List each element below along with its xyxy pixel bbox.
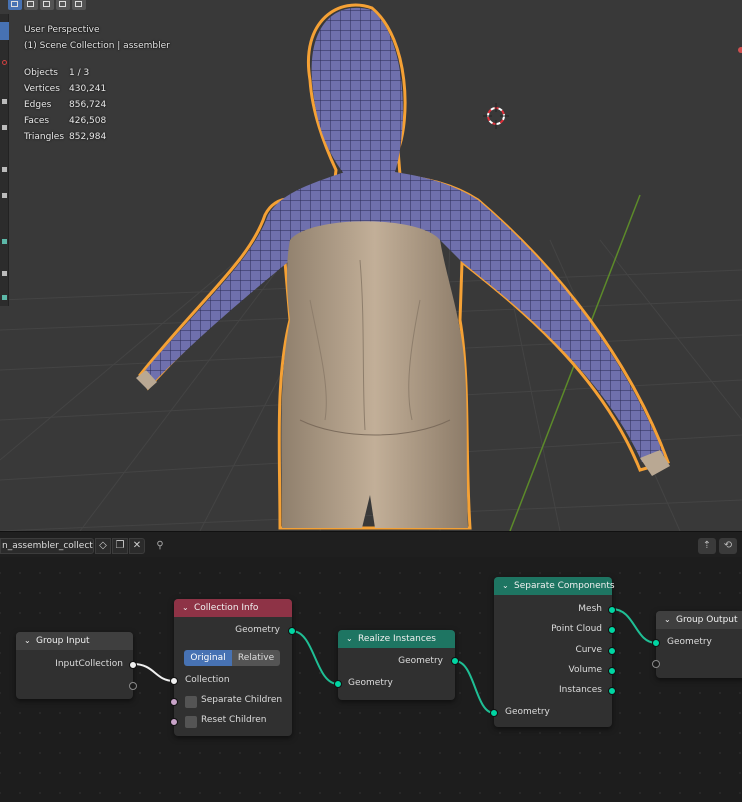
socket-label-instances: Instances <box>559 685 602 695</box>
tool-scale[interactable] <box>0 160 9 178</box>
separate-children-checkbox[interactable] <box>185 696 197 708</box>
select-extend-button[interactable] <box>24 0 38 10</box>
select-new-button[interactable] <box>8 0 22 10</box>
socket-label-geometry-in: Geometry <box>348 678 393 688</box>
link-collection <box>132 663 175 682</box>
link-geo-2 <box>454 660 495 714</box>
socket-label-point-cloud: Point Cloud <box>551 624 602 634</box>
node-group-output[interactable]: ⌄ Group Output Geometry <box>652 611 742 678</box>
socket-label-geometry-out: Geometry <box>235 625 280 635</box>
socket-label-separate-children: Separate Children <box>201 695 283 705</box>
socket-empty-out[interactable] <box>129 682 137 690</box>
socket-label-geometry-in: Geometry <box>505 707 550 717</box>
node-title: Collection Info <box>194 603 259 613</box>
socket-point-cloud-out[interactable] <box>608 626 616 634</box>
pin-icon[interactable]: ⚲ <box>152 538 168 554</box>
unlink-close-icon[interactable]: ✕ <box>129 538 145 554</box>
tool-cursor[interactable] <box>0 54 9 72</box>
viewport-perspective-label: User Perspective <box>24 25 100 35</box>
socket-geometry-in[interactable] <box>334 680 342 688</box>
node-collection-info-header[interactable]: ⌄ Collection Info <box>174 599 292 617</box>
node-separate-components-header[interactable]: ⌄ Separate Components <box>494 577 615 595</box>
tool-measure[interactable] <box>0 264 9 282</box>
collapse-chevron-icon[interactable]: ⌄ <box>502 577 514 595</box>
socket-label-inputcollection: InputCollection <box>55 659 123 669</box>
select-invert-button[interactable] <box>56 0 70 10</box>
node-title: Group Output <box>676 615 738 625</box>
socket-label-curve: Curve <box>575 645 602 655</box>
socket-geometry-out[interactable] <box>288 627 296 635</box>
socket-empty-in[interactable] <box>652 660 660 668</box>
socket-geometry-in[interactable] <box>652 639 660 647</box>
socket-mesh-out[interactable] <box>608 606 616 614</box>
mode-relative-button[interactable]: Relative <box>232 650 280 666</box>
node-tree-name-field[interactable]: n_assembler_collection <box>0 538 94 554</box>
socket-label-geometry-in: Geometry <box>667 637 712 647</box>
node-group-input[interactable]: ⌄ Group Input InputCollection <box>16 632 137 699</box>
link-geo-1 <box>291 630 339 685</box>
duplicate-icon[interactable]: ❐ <box>112 538 128 554</box>
gizmo-edge-marker <box>738 47 742 53</box>
socket-geometry-in[interactable] <box>490 709 498 717</box>
socket-geometry-out[interactable] <box>451 657 459 665</box>
socket-label-volume: Volume <box>568 665 602 675</box>
viewport-scene[interactable] <box>0 0 742 531</box>
socket-label-geometry-out: Geometry <box>398 656 443 666</box>
select-intersect-button[interactable] <box>72 0 86 10</box>
socket-collection-in[interactable] <box>170 677 178 685</box>
viewport-collection-label: (1) Scene Collection | assembler <box>24 41 170 51</box>
geometry-node-editor[interactable]: n_assembler_collection ◇ ❐ ✕ ⚲ ⇡ ⟲ ⌄Grou… <box>0 531 742 802</box>
tool-select-box[interactable] <box>0 22 9 40</box>
tool-rotate[interactable] <box>0 118 9 136</box>
node-group-output-header[interactable]: ⌄ Group Output <box>656 611 742 629</box>
collapse-chevron-icon[interactable]: ⌄ <box>24 632 36 650</box>
tool-move[interactable] <box>0 92 9 110</box>
socket-label-mesh: Mesh <box>578 604 602 614</box>
tool-annotate[interactable] <box>0 232 9 250</box>
3d-viewport[interactable]: User Perspective (1) Scene Collection | … <box>0 0 742 531</box>
link-geo-3 <box>611 608 657 644</box>
socket-label-reset-children: Reset Children <box>201 715 267 725</box>
stat-vertices: Vertices 430,241 <box>24 84 107 94</box>
tool-add-cube[interactable] <box>0 288 9 306</box>
node-title: Separate Components <box>514 581 615 591</box>
stat-objects: Objects 1 / 3 <box>24 68 90 78</box>
tool-shelf <box>0 14 9 306</box>
tool-transform[interactable] <box>0 186 9 204</box>
character-mesh[interactable] <box>136 3 670 530</box>
mode-original-button[interactable]: Original <box>184 650 232 666</box>
collapse-chevron-icon[interactable]: ⌄ <box>664 611 676 629</box>
stat-faces: Faces 426,508 <box>24 116 107 126</box>
transform-space-toggle: Original Relative <box>184 650 280 666</box>
select-subtract-button[interactable] <box>40 0 54 10</box>
stat-edges: Edges 856,724 <box>24 100 107 110</box>
snap-icon[interactable]: ⟲ <box>719 538 737 554</box>
collapse-chevron-icon[interactable]: ⌄ <box>346 630 358 648</box>
node-separate-components[interactable]: ⌄ Separate Components Mesh Point Cloud Cu… <box>490 577 616 727</box>
node-realize-instances[interactable]: ⌄ Realize Instances Geometry Geometry <box>334 630 459 700</box>
socket-separate-children-in[interactable] <box>170 698 178 706</box>
node-realize-instances-header[interactable]: ⌄ Realize Instances <box>338 630 455 648</box>
socket-label-collection: Collection <box>185 675 230 685</box>
collapse-chevron-icon[interactable]: ⌄ <box>182 599 194 617</box>
3d-cursor-icon <box>483 103 509 129</box>
socket-inputcollection-out[interactable] <box>129 661 137 669</box>
node-title: Group Input <box>36 636 90 646</box>
node-group-input-header[interactable]: ⌄ Group Input <box>16 632 133 650</box>
stat-triangles: Triangles 852,984 <box>24 132 107 142</box>
selection-mode-bar <box>8 0 94 10</box>
node-collection-info[interactable]: ⌄ Collection Info Geometry Original Relat… <box>170 599 296 736</box>
node-editor-header: n_assembler_collection ◇ ❐ ✕ ⚲ ⇡ ⟲ <box>0 531 742 557</box>
socket-volume-out[interactable] <box>608 667 616 675</box>
socket-instances-out[interactable] <box>608 687 616 695</box>
node-title: Realize Instances <box>358 634 436 644</box>
socket-reset-children-in[interactable] <box>170 718 178 726</box>
reset-children-checkbox[interactable] <box>185 716 197 728</box>
socket-curve-out[interactable] <box>608 647 616 655</box>
fake-user-shield-icon[interactable]: ◇ <box>95 538 111 554</box>
parent-tree-icon[interactable]: ⇡ <box>698 538 716 554</box>
